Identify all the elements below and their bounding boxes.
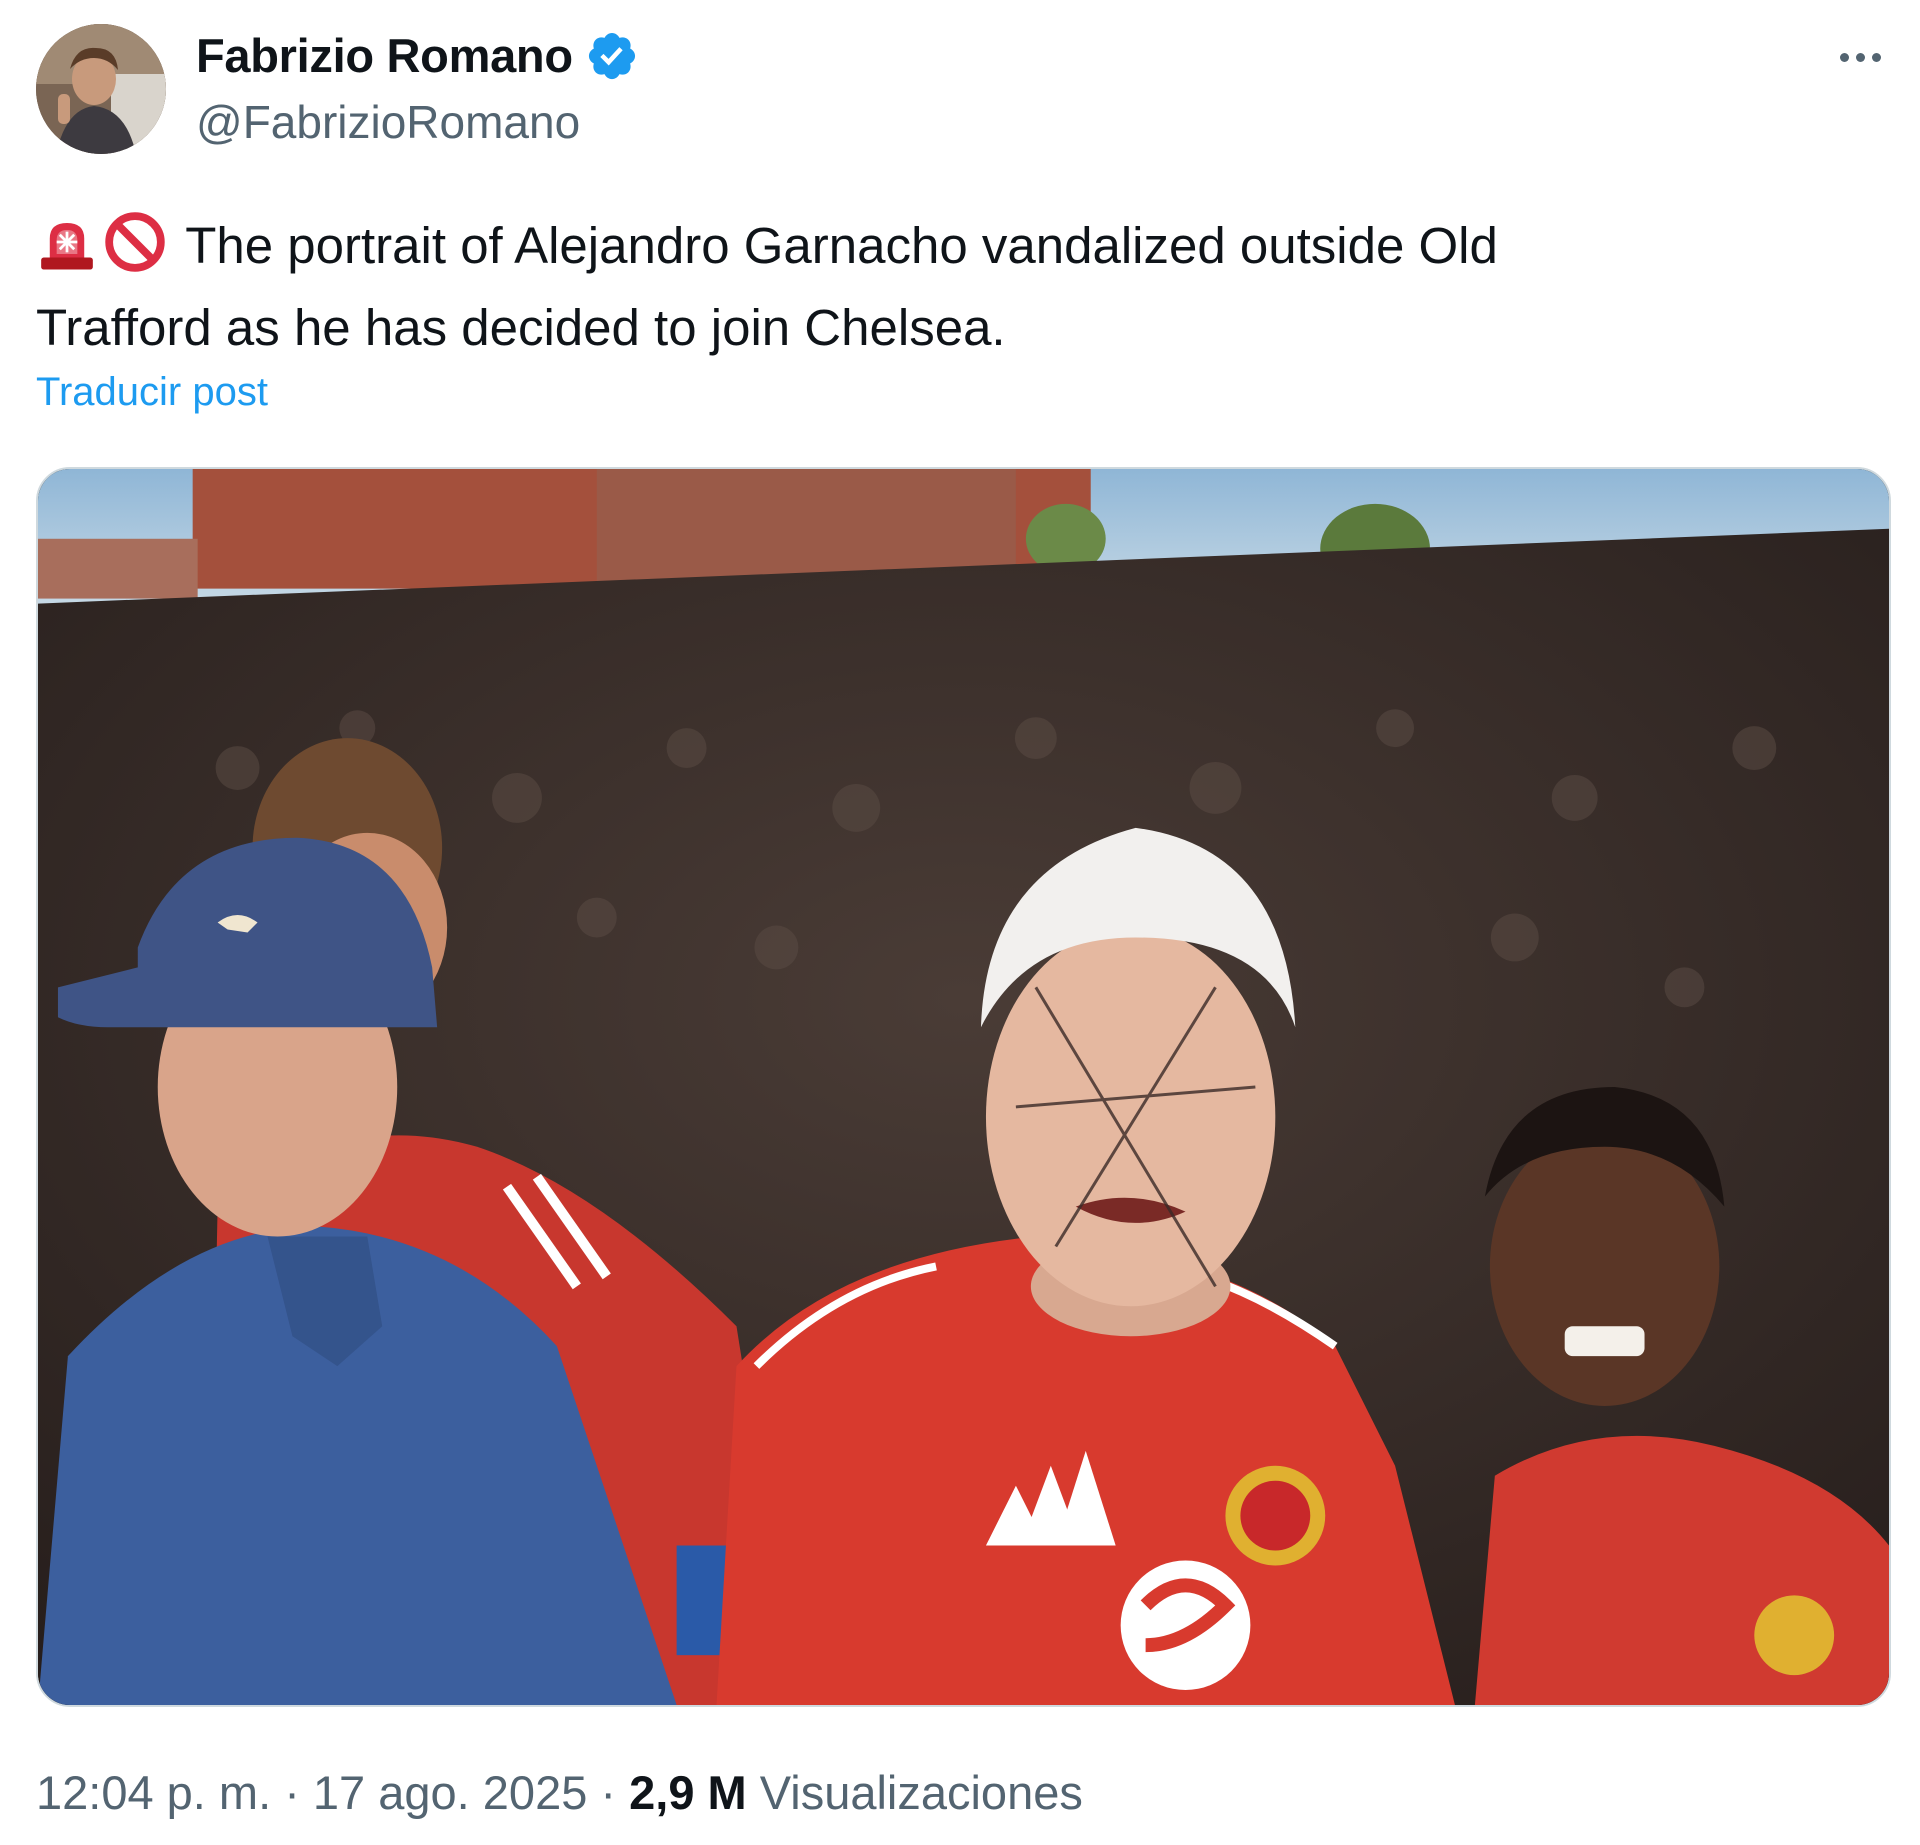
more-dot-icon <box>1871 52 1881 62</box>
profile-photo-icon <box>36 24 166 154</box>
meta-separator: · <box>600 1766 617 1819</box>
tweet-text-line-2: Trafford as he has decided to join Chels… <box>36 299 1006 356</box>
rotating-light-icon <box>36 211 98 273</box>
meta-separator: · <box>284 1766 300 1819</box>
views-label: Visualizaciones <box>759 1766 1083 1819</box>
no-entry-sign-icon <box>104 211 166 273</box>
translate-post-link[interactable]: Traducir post <box>36 370 268 415</box>
tweet-text: The portrait of Alejandro Garnacho vanda… <box>36 205 1856 369</box>
more-dot-icon <box>1855 52 1865 62</box>
views-count: 2,9 M <box>629 1766 747 1819</box>
tweet-card: Fabrizio Romano @FabrizioRomano The port… <box>0 0 1920 1845</box>
more-options-button[interactable] <box>1830 32 1890 82</box>
tweet-media-image[interactable] <box>36 467 1891 1707</box>
verified-badge-icon[interactable] <box>585 29 639 83</box>
author-display-name[interactable]: Fabrizio Romano <box>196 28 573 83</box>
tweet-text-line-1: The portrait of Alejandro Garnacho vanda… <box>185 217 1498 274</box>
author-handle[interactable]: @FabrizioRomano <box>196 95 580 149</box>
tweet-time[interactable]: 12:04 p. m. <box>36 1766 271 1819</box>
author-name-row: Fabrizio Romano <box>196 28 639 83</box>
tweet-date[interactable]: 17 ago. 2025 <box>313 1766 587 1819</box>
avatar[interactable] <box>36 24 166 154</box>
more-dot-icon <box>1839 52 1849 62</box>
tweet-meta: 12:04 p. m. · 17 ago. 2025 · 2,9 M Visua… <box>36 1765 1083 1820</box>
photo-mural-vandalized-icon <box>38 469 1889 1705</box>
